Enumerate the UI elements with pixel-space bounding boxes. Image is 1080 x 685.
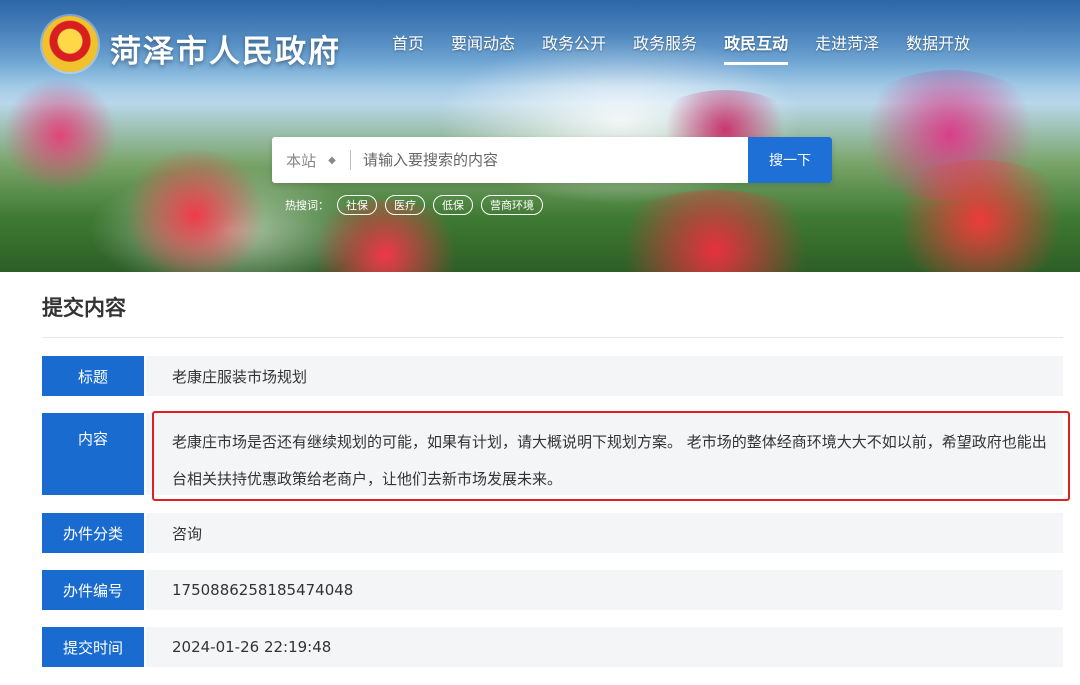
nav-news[interactable]: 要闻动态 bbox=[451, 30, 515, 54]
hot-tag-social-security[interactable]: 社保 bbox=[337, 195, 377, 215]
row-label: 办件分类 bbox=[42, 513, 144, 553]
main-menu: 首页 要闻动态 政务公开 政务服务 政民互动 走进菏泽 数据开放 bbox=[392, 30, 997, 65]
national-emblem-logo bbox=[42, 16, 98, 72]
hot-search-words: 热搜词： 社保 医疗 低保 营商环境 bbox=[285, 195, 543, 215]
search-scope-label: 本站 bbox=[286, 151, 317, 170]
flower-decoration bbox=[600, 190, 830, 272]
row-submit-time: 提交时间 2024-01-26 22:19:48 bbox=[42, 627, 1063, 667]
search-scope-select[interactable]: 本站 ◆ bbox=[272, 150, 350, 171]
row-value: 1750886258185474048 bbox=[146, 570, 1063, 610]
nav-about-heze[interactable]: 走进菏泽 bbox=[815, 30, 879, 54]
nav-interaction[interactable]: 政民互动 bbox=[724, 30, 789, 65]
flower-decoration bbox=[120, 150, 270, 272]
row-content: 内容 老康庄市场是否还有继续规划的可能，如果有计划，请大概说明下规划方案。 老市… bbox=[42, 413, 1063, 495]
row-value: 咨询 bbox=[146, 513, 1063, 553]
row-value: 老康庄服装市场规划 bbox=[146, 356, 1063, 396]
search-button[interactable]: 搜一下 bbox=[748, 137, 832, 183]
flower-decoration bbox=[880, 160, 1080, 272]
search-bar: 本站 ◆ 搜一下 bbox=[272, 137, 832, 183]
section-divider bbox=[42, 337, 1063, 338]
row-label: 标题 bbox=[42, 356, 144, 396]
row-label: 内容 bbox=[42, 413, 144, 495]
row-value: 2024-01-26 22:19:48 bbox=[146, 627, 1063, 667]
site-title[interactable]: 菏泽市人民政府 bbox=[110, 26, 341, 71]
row-label: 提交时间 bbox=[42, 627, 144, 667]
search-input[interactable] bbox=[351, 151, 748, 169]
nav-gov-affairs-open[interactable]: 政务公开 bbox=[542, 30, 606, 54]
hot-tag-business-environment[interactable]: 营商环境 bbox=[481, 195, 543, 215]
flower-decoration bbox=[0, 80, 120, 190]
header-banner: 菏泽市人民政府 首页 要闻动态 政务公开 政务服务 政民互动 走进菏泽 数据开放… bbox=[0, 0, 1080, 272]
row-title: 标题 老康庄服装市场规划 bbox=[42, 356, 1063, 396]
section-title: 提交内容 bbox=[42, 296, 126, 320]
hot-search-label: 热搜词： bbox=[285, 199, 329, 212]
up-down-arrow-icon: ◆ bbox=[328, 154, 336, 166]
row-value: 老康庄市场是否还有继续规划的可能，如果有计划，请大概说明下规划方案。 老市场的整… bbox=[146, 413, 1063, 495]
nav-open-data[interactable]: 数据开放 bbox=[906, 30, 970, 54]
row-label: 办件编号 bbox=[42, 570, 144, 610]
hot-tag-subsistence[interactable]: 低保 bbox=[433, 195, 473, 215]
nav-home[interactable]: 首页 bbox=[392, 30, 424, 54]
hot-tag-medical[interactable]: 医疗 bbox=[385, 195, 425, 215]
row-case-number: 办件编号 1750886258185474048 bbox=[42, 570, 1063, 610]
row-category: 办件分类 咨询 bbox=[42, 513, 1063, 553]
nav-gov-services[interactable]: 政务服务 bbox=[633, 30, 697, 54]
